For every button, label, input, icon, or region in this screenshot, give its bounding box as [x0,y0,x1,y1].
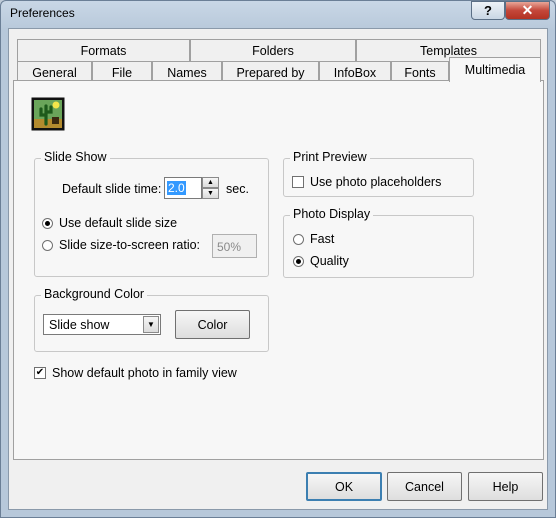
default-slide-size-label: Use default slide size [59,216,178,230]
fast-label: Fast [310,232,335,246]
slide-ratio-label: Slide size-to-screen ratio: [59,238,201,252]
tab-folders[interactable]: Folders [190,39,356,61]
caption-close-button[interactable]: ✕ [505,1,550,20]
slide-time-input[interactable]: 2.0 [164,177,202,199]
family-view-label: Show default photo in family view [52,366,237,380]
background-color-legend: Background Color [41,287,148,301]
radio-slide-ratio[interactable] [42,240,53,251]
tab-multimedia[interactable]: Multimedia [449,57,541,82]
family-view-checkbox[interactable]: ✔ [34,367,46,379]
time-unit-label: sec. [226,182,249,196]
slide-show-legend: Slide Show [41,150,110,164]
spin-up-button[interactable]: ▲ [202,177,219,188]
radio-quality[interactable] [293,256,304,267]
ok-button[interactable]: OK [306,472,382,501]
cactus-photo-icon [31,97,65,131]
photo-display-legend: Photo Display [290,207,374,221]
chevron-down-icon[interactable]: ▼ [143,316,159,333]
background-color-selected: Slide show [49,318,110,332]
slide-time-value: 2.0 [167,181,186,195]
caption-help-button[interactable]: ? [471,1,505,20]
spin-down-button[interactable]: ▼ [202,188,219,199]
photo-placeholders-checkbox[interactable] [292,176,304,188]
background-color-select[interactable]: Slide show ▼ [43,314,161,335]
photo-display-group: Photo Display [283,207,474,278]
default-slide-time-label: Default slide time: [62,182,162,196]
photo-placeholders-label: Use photo placeholders [310,175,442,189]
quality-label: Quality [310,254,349,268]
slide-ratio-input[interactable]: 50% [212,234,257,258]
color-button[interactable]: Color [175,310,250,339]
cancel-button[interactable]: Cancel [387,472,462,501]
help-button[interactable]: Help [468,472,543,501]
window-title: Preferences [10,6,75,20]
radio-fast[interactable] [293,234,304,245]
tab-formats[interactable]: Formats [17,39,190,61]
radio-default-slide-size[interactable] [42,218,53,229]
print-preview-legend: Print Preview [290,150,370,164]
